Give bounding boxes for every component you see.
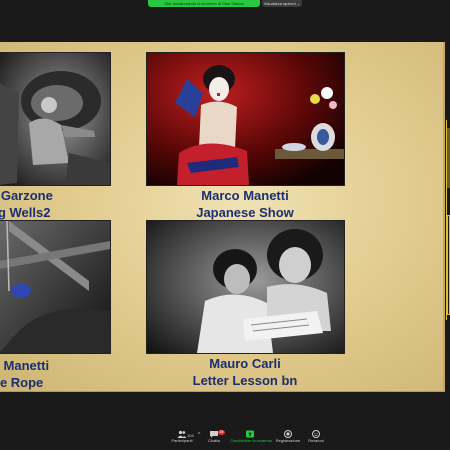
photo-author: a Garzone [0,188,53,203]
reactions-label: Reazioni [308,438,324,443]
screen-share-indicator[interactable]: Stai visualizzando lo schermo di Paul St… [148,0,260,7]
photo-letter-lesson [146,220,345,354]
photo-wells [0,52,111,186]
photo-title: ng Wells2 [0,205,51,220]
photo-author: Mauro Carli [209,356,281,371]
top-banner: Stai visualizzando lo schermo di Paul St… [0,0,450,12]
chat-label: Chatta [208,438,220,443]
share-screen-icon [246,430,254,438]
photo-title: Letter Lesson bn [192,373,298,388]
share-screen-label: Condividere lo schermo [230,438,273,443]
photo-the-rope [0,220,111,354]
photo-caption: o Manetti he Rope [0,357,72,391]
shared-screen-slide: a Garzone ng Wells2 [0,42,445,392]
participants-icon [177,430,187,438]
photo-author: Marco Manetti [201,188,289,203]
photo-title: Japanese Show [196,205,294,220]
photo-title: he Rope [0,375,44,390]
meeting-toolbar: 104 ^ Partecipanti 35 Chatta Condividere… [0,428,450,450]
photo-caption: Mauro Carli Letter Lesson bn [170,355,320,389]
chat-unread-badge: 35 [218,430,225,435]
side-panel-edge [446,120,450,320]
reactions-button[interactable]: Reazioni [296,430,336,450]
photo-caption: Marco Manetti Japanese Show [170,187,320,221]
record-icon [284,430,292,438]
chat-button[interactable]: 35 Chatta [194,430,234,450]
photo-author: o Manetti [0,358,50,373]
view-options-button[interactable]: Visualizza opzioni ⌄ [262,0,302,7]
participants-count: 104 [187,433,194,438]
photo-caption: a Garzone ng Wells2 [0,187,70,221]
photo-japanese-show [146,52,345,186]
smiley-icon [312,430,320,438]
share-screen-button[interactable]: Condividere lo schermo [230,430,273,450]
